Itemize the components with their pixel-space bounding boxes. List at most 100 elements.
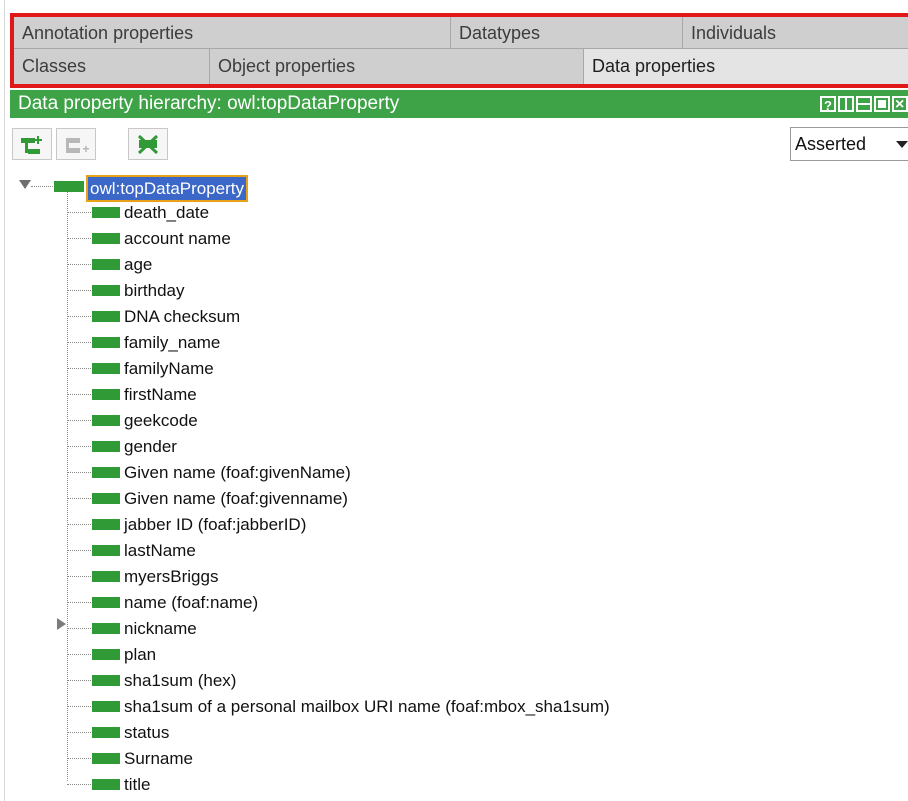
tree-connector (67, 290, 91, 291)
view-mode-select[interactable]: Asserted (790, 127, 908, 161)
tree-node[interactable]: geekcode (0, 408, 900, 434)
tree-node-label: name (foaf:name) (124, 593, 259, 612)
tree-node-label: Given name (foaf:givenName) (124, 463, 351, 482)
tree-node-label: Surname (124, 749, 193, 768)
tree-node[interactable]: sha1sum (hex) (0, 668, 900, 694)
tree-connector (67, 732, 91, 733)
add-sibling-property-button[interactable] (56, 128, 96, 160)
tree-node-label: age (124, 255, 153, 274)
tree-connector (67, 524, 91, 525)
tree-node[interactable]: firstName (0, 382, 900, 408)
tree-node-label: sha1sum of a personal mailbox URI name (… (124, 697, 610, 716)
tree-connector (67, 446, 91, 447)
add-subproperty-button[interactable] (12, 128, 52, 160)
tree-node[interactable]: Given name (foaf:givenName) (0, 460, 900, 486)
tree-node-label: family_name (124, 333, 221, 352)
data-property-icon (92, 207, 120, 218)
tab-annotation-properties[interactable]: Annotation properties (14, 17, 451, 49)
data-property-icon (92, 545, 120, 556)
tree-node[interactable]: account name (0, 226, 900, 252)
split-horizontal-icon[interactable] (856, 96, 872, 112)
panel-title: Data property hierarchy: owl:topDataProp… (18, 93, 400, 114)
close-icon[interactable] (892, 91, 908, 119)
tree-node-label: firstName (124, 385, 197, 404)
tree-connector (67, 654, 91, 655)
tab-datatypes[interactable]: Datatypes (451, 17, 683, 49)
maximize-icon[interactable] (874, 96, 890, 112)
view-mode-value: Asserted (795, 134, 867, 154)
tree-node[interactable]: status (0, 720, 900, 746)
tree-node[interactable]: DNA checksum (0, 304, 900, 330)
tree-node[interactable]: name (foaf:name) (0, 590, 900, 616)
data-property-icon (92, 441, 120, 452)
tree-node-label: title (124, 775, 151, 794)
tree-node[interactable]: myersBriggs (0, 564, 900, 590)
tree-connector (67, 368, 91, 369)
tree-node[interactable]: gender (0, 434, 900, 460)
tree-node-label: status (124, 723, 170, 742)
split-vertical-icon[interactable] (838, 96, 854, 112)
data-property-icon (92, 623, 120, 634)
top-gap (0, 0, 908, 8)
tree-root-label: owl:topDataProperty (86, 175, 249, 202)
data-property-icon (92, 571, 120, 582)
tree-connector (67, 420, 91, 421)
tree-connector (67, 498, 91, 499)
add-subproperty-icon (21, 136, 42, 154)
tab-classes[interactable]: Classes (14, 49, 210, 84)
panel-title-bar: Data property hierarchy: owl:topDataProp… (10, 90, 908, 120)
tree-node[interactable]: plan (0, 642, 900, 668)
data-property-icon (92, 337, 120, 348)
tree-connector (67, 238, 91, 239)
data-property-icon (92, 467, 120, 478)
tree-node-label: DNA checksum (124, 307, 241, 326)
tree-connector (67, 628, 91, 629)
tree-node[interactable]: Given name (foaf:givenname) (0, 486, 900, 512)
tab-data-properties[interactable]: Data properties (584, 49, 908, 84)
tree-node[interactable]: age (0, 252, 900, 278)
tab-individuals[interactable]: Individuals (683, 17, 908, 49)
data-property-icon (92, 285, 120, 296)
tab-row-1: Annotation properties Datatypes Individu… (14, 17, 908, 49)
tree-connector (67, 264, 91, 265)
tree-connector (67, 758, 91, 759)
tree-connector (67, 550, 91, 551)
entity-tabs: Annotation properties Datatypes Individu… (10, 13, 908, 88)
tab-object-properties[interactable]: Object properties (210, 49, 584, 84)
tree-node[interactable]: family_name (0, 330, 900, 356)
tree-node-label: death_date (124, 203, 210, 222)
delete-property-button[interactable] (128, 128, 168, 160)
tree-node[interactable]: birthday (0, 278, 900, 304)
tree-node[interactable]: death_date (0, 200, 900, 226)
data-property-icon (92, 753, 120, 764)
data-property-icon (92, 701, 120, 712)
tree-node[interactable]: jabber ID (foaf:jabberID) (0, 512, 900, 538)
tree-node[interactable]: nickname (0, 616, 900, 642)
data-property-icon (92, 493, 120, 504)
tree-node-label: myersBriggs (124, 567, 219, 586)
data-property-icon (92, 415, 120, 426)
help-icon[interactable] (820, 92, 836, 120)
data-property-icon (54, 181, 84, 192)
tree-connector (67, 576, 91, 577)
tree-root-node[interactable]: owl:topDataProperty (0, 174, 900, 202)
tree-node[interactable]: title (0, 772, 900, 798)
data-property-icon (92, 363, 120, 374)
data-property-icon (92, 649, 120, 660)
data-property-icon (92, 311, 120, 322)
tree-node[interactable]: Surname (0, 746, 900, 772)
add-sibling-property-icon (66, 138, 89, 153)
tree-node-label: geekcode (124, 411, 198, 430)
tree-node[interactable]: sha1sum of a personal mailbox URI name (… (0, 694, 900, 720)
tree-node-label: jabber ID (foaf:jabberID) (124, 515, 307, 534)
tree-connector (67, 472, 91, 473)
data-property-icon (92, 779, 120, 790)
tab-row-2: Classes Object properties Data propertie… (14, 49, 908, 84)
hierarchy-toolbar: Asserted (10, 124, 908, 164)
expand-closed-icon[interactable] (57, 618, 66, 630)
delete-property-icon (137, 134, 159, 155)
tree-connector (67, 602, 91, 603)
data-property-tree: owl:topDataProperty death_dateaccount na… (0, 174, 908, 794)
tree-node[interactable]: lastName (0, 538, 900, 564)
tree-node[interactable]: familyName (0, 356, 900, 382)
